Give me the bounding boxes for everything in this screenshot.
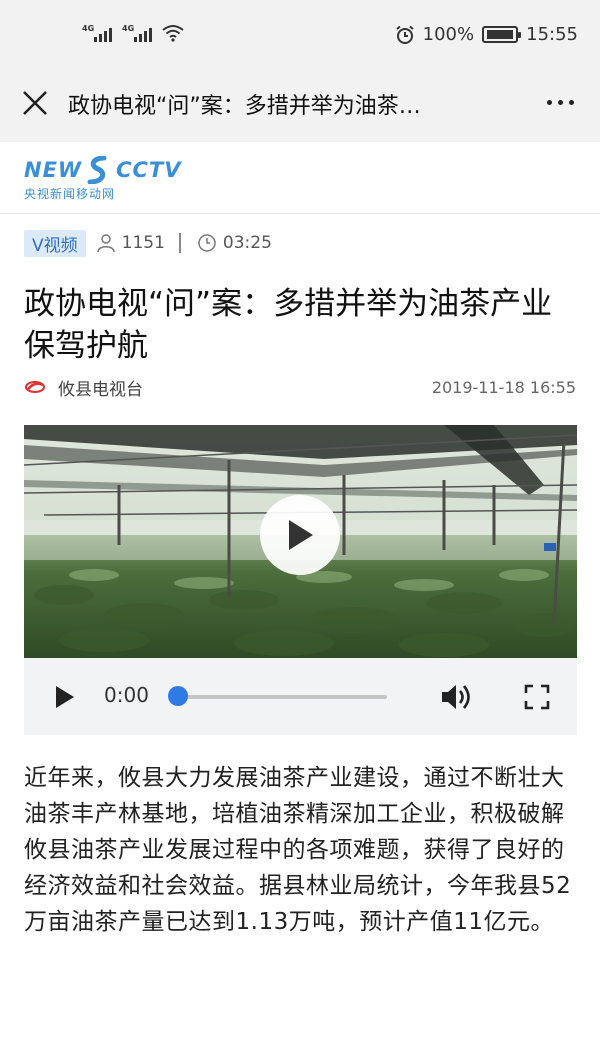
video-controls: 0:00 [24, 658, 577, 735]
alarm-icon [396, 25, 414, 44]
play-overlay-button[interactable] [260, 495, 340, 575]
cell-signal-icon: 4G [82, 24, 112, 42]
title-bar: 政协电视“问”案：多措并举为油茶… [0, 74, 600, 142]
progress-track[interactable] [179, 695, 387, 699]
video-player[interactable] [24, 425, 577, 658]
publish-date: 2019-11-18 16:55 [431, 377, 576, 397]
dot-icon [547, 100, 552, 105]
clock: 15:55 [526, 24, 578, 45]
brand-header: NEW CCTV 央视新闻移动网 [0, 142, 600, 214]
article-headline: 政协电视“问”案：多措并举为油茶产业保驾护航 [24, 286, 553, 364]
progress-handle[interactable] [168, 686, 188, 706]
network-type-label: 4G [122, 24, 135, 33]
station-logo-icon [25, 381, 45, 393]
page-title: 政协电视“问”案：多措并举为油茶… [68, 94, 421, 119]
more-options-button[interactable] [547, 100, 574, 105]
video-duration-value: 03:25 [222, 233, 272, 253]
swirl-logo-icon [87, 156, 107, 184]
source-name[interactable]: 攸县电视台 [58, 375, 143, 400]
view-count: 1151 [96, 233, 165, 253]
battery-charging-icon [482, 26, 522, 43]
video-duration: 03:25 [197, 233, 272, 253]
divider [178, 233, 181, 253]
logo-word-new: NEW [24, 158, 83, 182]
play-icon [289, 520, 313, 550]
play-icon[interactable] [54, 685, 76, 709]
status-left: 4G 4G [82, 24, 184, 42]
cell-signal-icon: 4G [122, 24, 152, 42]
fullscreen-icon[interactable] [524, 684, 550, 710]
dot-icon [558, 100, 563, 105]
dot-icon [569, 100, 574, 105]
close-icon[interactable] [18, 86, 52, 120]
battery-percent: 100% [422, 24, 475, 45]
current-time: 0:00 [104, 683, 149, 707]
article-body: 近年来，攸县大力发展油茶产业建设，通过不断壮大油茶丰产林基地，培植油茶精深加工企… [24, 765, 572, 935]
status-bar: 4G 4G 100% 15:55 [0, 0, 600, 74]
article-meta: V视频 1151 03:25 [24, 229, 272, 257]
network-type-label: 4G [82, 24, 95, 33]
article-source-row: 攸县电视台 2019-11-18 16:55 [24, 374, 576, 400]
video-tag-badge: V视频 [24, 229, 86, 257]
status-right: 100% 15:55 [395, 24, 578, 45]
view-count-value: 1151 [121, 233, 165, 253]
volume-icon[interactable] [440, 682, 474, 712]
logo-subtitle: 央视新闻移动网 [24, 187, 116, 201]
logo-word-cctv: CCTV [116, 158, 182, 182]
wifi-icon [162, 25, 184, 42]
clock-icon [198, 234, 216, 252]
person-icon [96, 234, 115, 253]
cctv-logo[interactable]: NEW CCTV 央视新闻移动网 [24, 156, 182, 202]
